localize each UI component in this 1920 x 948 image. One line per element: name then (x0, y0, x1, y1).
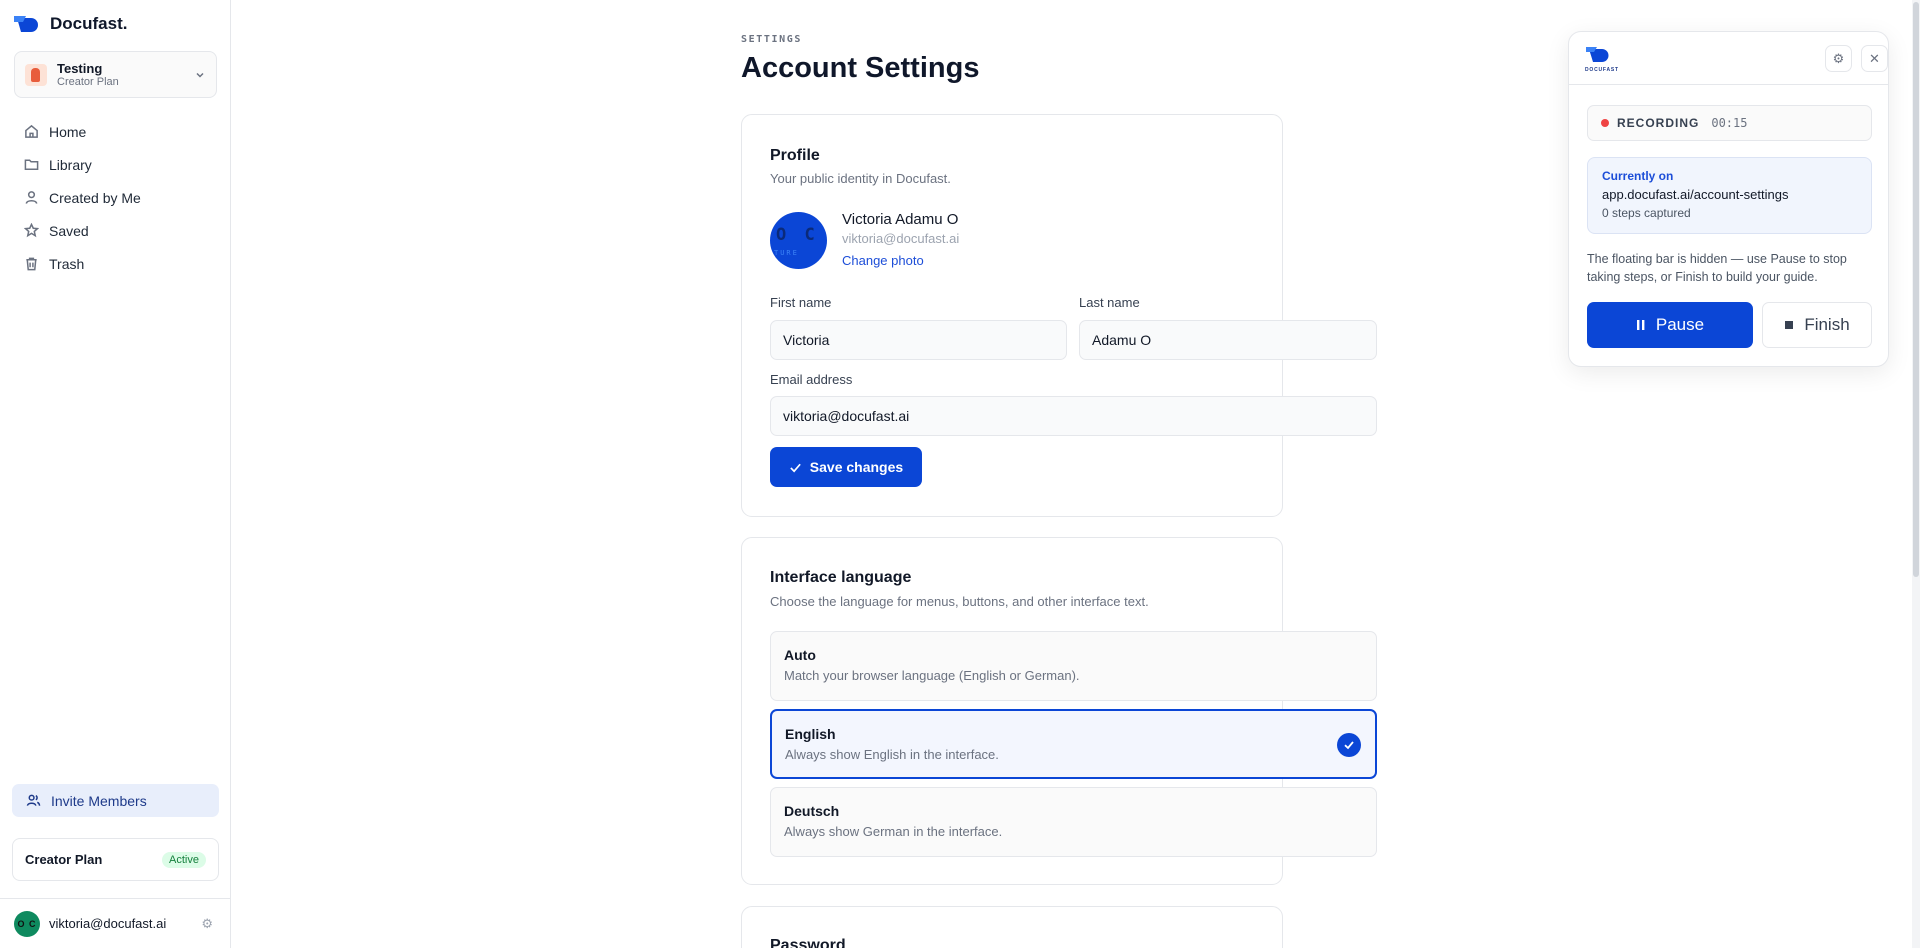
recording-timer: 00:15 (1711, 116, 1748, 130)
option-description: Always show German in the interface. (784, 824, 1003, 839)
recorder-panel: DOCUFAST ⚙ ✕ RECORDING 00:15 Currently o… (1568, 31, 1889, 367)
home-icon (25, 124, 38, 138)
sidebar-item-library[interactable]: Library (14, 148, 217, 181)
option-title: Auto (784, 647, 816, 663)
sidebar-item-label: Library (49, 156, 92, 173)
steps-count: 0 steps captured (1602, 206, 1691, 220)
profile-subtitle: Your public identity in Docufast. (770, 171, 951, 186)
change-photo-link[interactable]: Change photo (842, 253, 924, 268)
recording-label: RECORDING (1617, 116, 1700, 130)
brand[interactable]: Docufast. (14, 14, 127, 34)
recording-status: RECORDING 00:15 (1587, 105, 1872, 141)
finish-button-label: Finish (1804, 315, 1850, 334)
option-title: Deutsch (784, 803, 840, 819)
email-field[interactable] (770, 396, 1377, 436)
docufast-logo-icon (1586, 47, 1609, 62)
stop-icon (1785, 321, 1794, 329)
sidebar-item-created-by-me[interactable]: Created by Me (14, 181, 217, 214)
profile-name: Victoria Adamu O (842, 211, 959, 228)
sidebar-item-saved[interactable]: Saved (14, 214, 217, 247)
sidebar-item-trash[interactable]: Trash (14, 247, 217, 280)
option-description: Always show English in the interface. (785, 747, 999, 762)
sidebar: Docufast. Testing Creator Plan Home Libr… (0, 0, 231, 948)
finish-button[interactable]: Finish (1762, 302, 1872, 348)
email-label: Email address (770, 372, 853, 387)
docufast-logo-icon (14, 16, 38, 32)
password-card: Password (741, 906, 1283, 948)
sidebar-nav: Home Library Created by Me Saved Trash (14, 115, 217, 280)
plan-card[interactable]: Creator Plan Active (12, 838, 219, 881)
close-icon[interactable]: ✕ (1861, 45, 1888, 72)
first-name-field[interactable] (770, 320, 1067, 360)
last-name-label: Last name (1079, 295, 1140, 310)
first-name-label: First name (770, 295, 832, 310)
language-option-auto[interactable]: Auto Match your browser language (Englis… (770, 631, 1377, 701)
plan-name: Creator Plan (25, 852, 103, 867)
sidebar-item-home[interactable]: Home (14, 115, 217, 148)
user-icon (25, 191, 38, 204)
language-option-english[interactable]: English Always show English in the inter… (770, 709, 1377, 779)
current-url: app.docufast.ai/account-settings (1602, 187, 1789, 202)
page-title: Account Settings (741, 52, 980, 84)
save-button-label: Save changes (809, 459, 904, 475)
profile-title: Profile (770, 147, 820, 164)
option-description: Match your browser language (English or … (784, 668, 1080, 683)
language-option-deutsch[interactable]: Deutsch Always show German in the interf… (770, 787, 1377, 857)
brand-name: Docufast. (50, 14, 128, 33)
gear-icon[interactable]: ⚙ (201, 916, 213, 932)
avatar[interactable]: O C (14, 910, 40, 937)
invite-members-label: Invite Members (51, 792, 147, 809)
language-card: Interface language Choose the language f… (741, 537, 1377, 885)
current-page-box: Currently on app.docufast.ai/account-set… (1587, 157, 1872, 234)
workspace-avatar (25, 63, 47, 86)
check-icon (790, 463, 801, 472)
profile-avatar[interactable]: O C TURE (770, 212, 827, 269)
language-title: Interface language (770, 569, 912, 586)
settings-gear-icon[interactable]: ⚙ (1825, 45, 1852, 72)
workspace-plan: Creator Plan (57, 75, 119, 88)
sidebar-item-label: Created by Me (49, 189, 141, 206)
folder-icon (24, 159, 39, 170)
user-email: viktoria@docufast.ai (49, 916, 167, 931)
workspace-switcher[interactable]: Testing Creator Plan (14, 51, 217, 98)
users-icon (26, 794, 41, 806)
star-icon (24, 223, 39, 238)
option-title: English (785, 726, 836, 742)
sidebar-item-label: Saved (49, 222, 89, 239)
invite-members-button[interactable]: Invite Members (12, 784, 219, 817)
page-scrollbar[interactable] (1912, 0, 1920, 948)
pause-button[interactable]: Pause (1587, 302, 1753, 348)
profile-email: viktoria@docufast.ai (842, 231, 960, 246)
sidebar-item-label: Home (49, 123, 87, 140)
status-badge: Active (162, 851, 206, 868)
user-bar: O C viktoria@docufast.ai ⚙ (0, 898, 231, 948)
current-label: Currently on (1602, 169, 1674, 183)
trash-icon (26, 257, 37, 271)
page-eyebrow: SETTINGS (741, 34, 802, 45)
pause-button-label: Pause (1655, 315, 1705, 334)
recorder-logo-text: DOCUFAST (1585, 67, 1619, 73)
chevron-down-icon (196, 72, 204, 78)
language-subtitle: Choose the language for menus, buttons, … (770, 594, 1149, 609)
password-title: Password (770, 937, 846, 948)
save-button[interactable]: Save changes (770, 447, 922, 487)
sidebar-item-label: Trash (49, 255, 85, 272)
avatar-caption: TURE (774, 249, 799, 257)
pause-icon (1636, 320, 1645, 330)
recording-dot-icon (1601, 119, 1609, 127)
check-circle-icon (1337, 733, 1361, 757)
workspace-name: Testing (57, 60, 103, 76)
scrollbar-thumb[interactable] (1913, 2, 1919, 577)
recorder-header: DOCUFAST ⚙ ✕ (1569, 32, 1888, 85)
profile-card: Profile Your public identity in Docufast… (741, 114, 1377, 517)
recorder-note: The floating bar is hidden — use Pause t… (1587, 252, 1847, 284)
last-name-field[interactable] (1079, 320, 1377, 360)
avatar-initials: O C (776, 225, 819, 245)
